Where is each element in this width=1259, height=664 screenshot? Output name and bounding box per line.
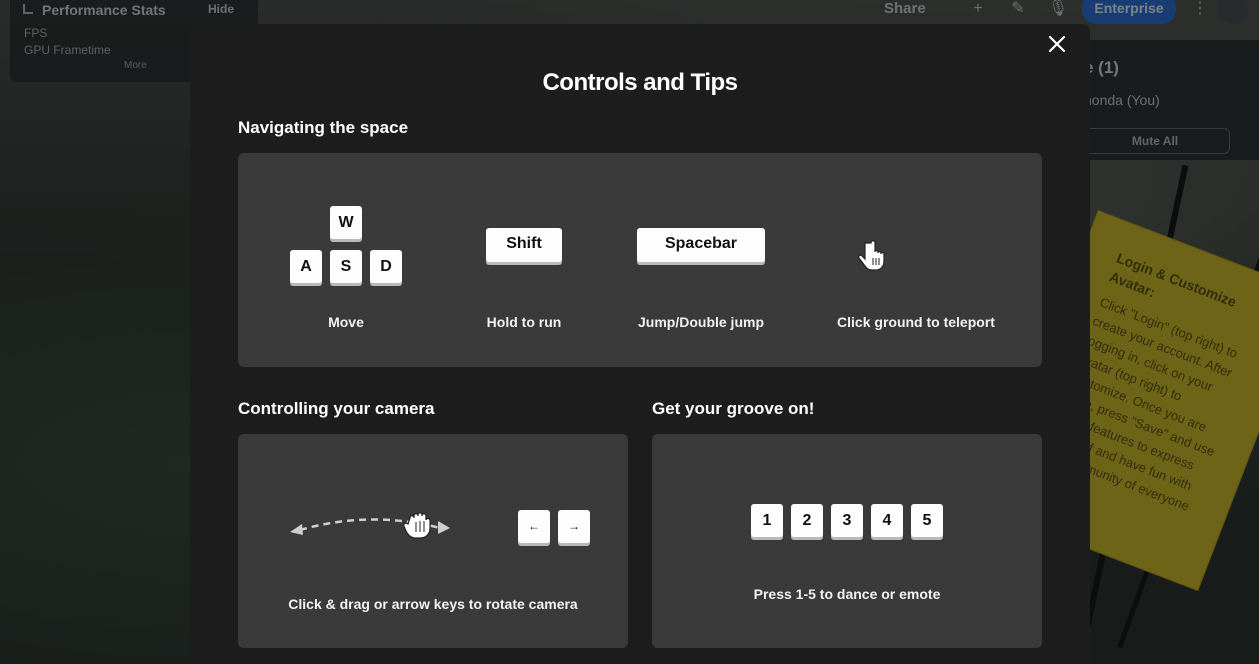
groove-card: 1 2 3 4 5 Press 1-5 to dance or emote <box>652 434 1042 648</box>
camera-caption: Click & drag or arrow keys to rotate cam… <box>288 596 578 612</box>
camera-heading: Controlling your camera <box>238 399 435 418</box>
camera-card: ← → Click & drag or arrow keys to rotate… <box>238 434 628 648</box>
jump-caption: Jump/Double jump <box>638 314 764 330</box>
key-arrow-right: → <box>558 510 590 543</box>
key-spacebar: Spacebar <box>637 228 765 262</box>
key-shift: Shift <box>486 228 562 262</box>
navigating-card: W A S D Move Shift Hold to run Spacebar … <box>238 153 1042 367</box>
key-w: W <box>330 206 362 239</box>
controls-modal: Controls and Tips Navigating the space W… <box>190 24 1090 664</box>
move-caption: Move <box>328 314 364 330</box>
key-2: 2 <box>791 504 823 537</box>
key-a: A <box>290 250 322 283</box>
key-5: 5 <box>911 504 943 537</box>
key-s: S <box>330 250 362 283</box>
groove-heading: Get your groove on! <box>652 399 815 418</box>
key-4: 4 <box>871 504 903 537</box>
navigating-heading: Navigating the space <box>238 118 409 137</box>
grab-hand-icon <box>403 508 440 542</box>
key-d: D <box>370 250 402 283</box>
key-arrow-left: ← <box>518 510 550 543</box>
hand-pointer-icon <box>856 239 890 273</box>
key-1: 1 <box>751 504 783 537</box>
groove-caption: Press 1-5 to dance or emote <box>753 586 941 602</box>
run-caption: Hold to run <box>486 314 562 330</box>
close-icon[interactable] <box>1046 33 1068 55</box>
key-3: 3 <box>831 504 863 537</box>
teleport-caption: Click ground to teleport <box>837 314 995 330</box>
modal-title: Controls and Tips <box>542 69 738 96</box>
